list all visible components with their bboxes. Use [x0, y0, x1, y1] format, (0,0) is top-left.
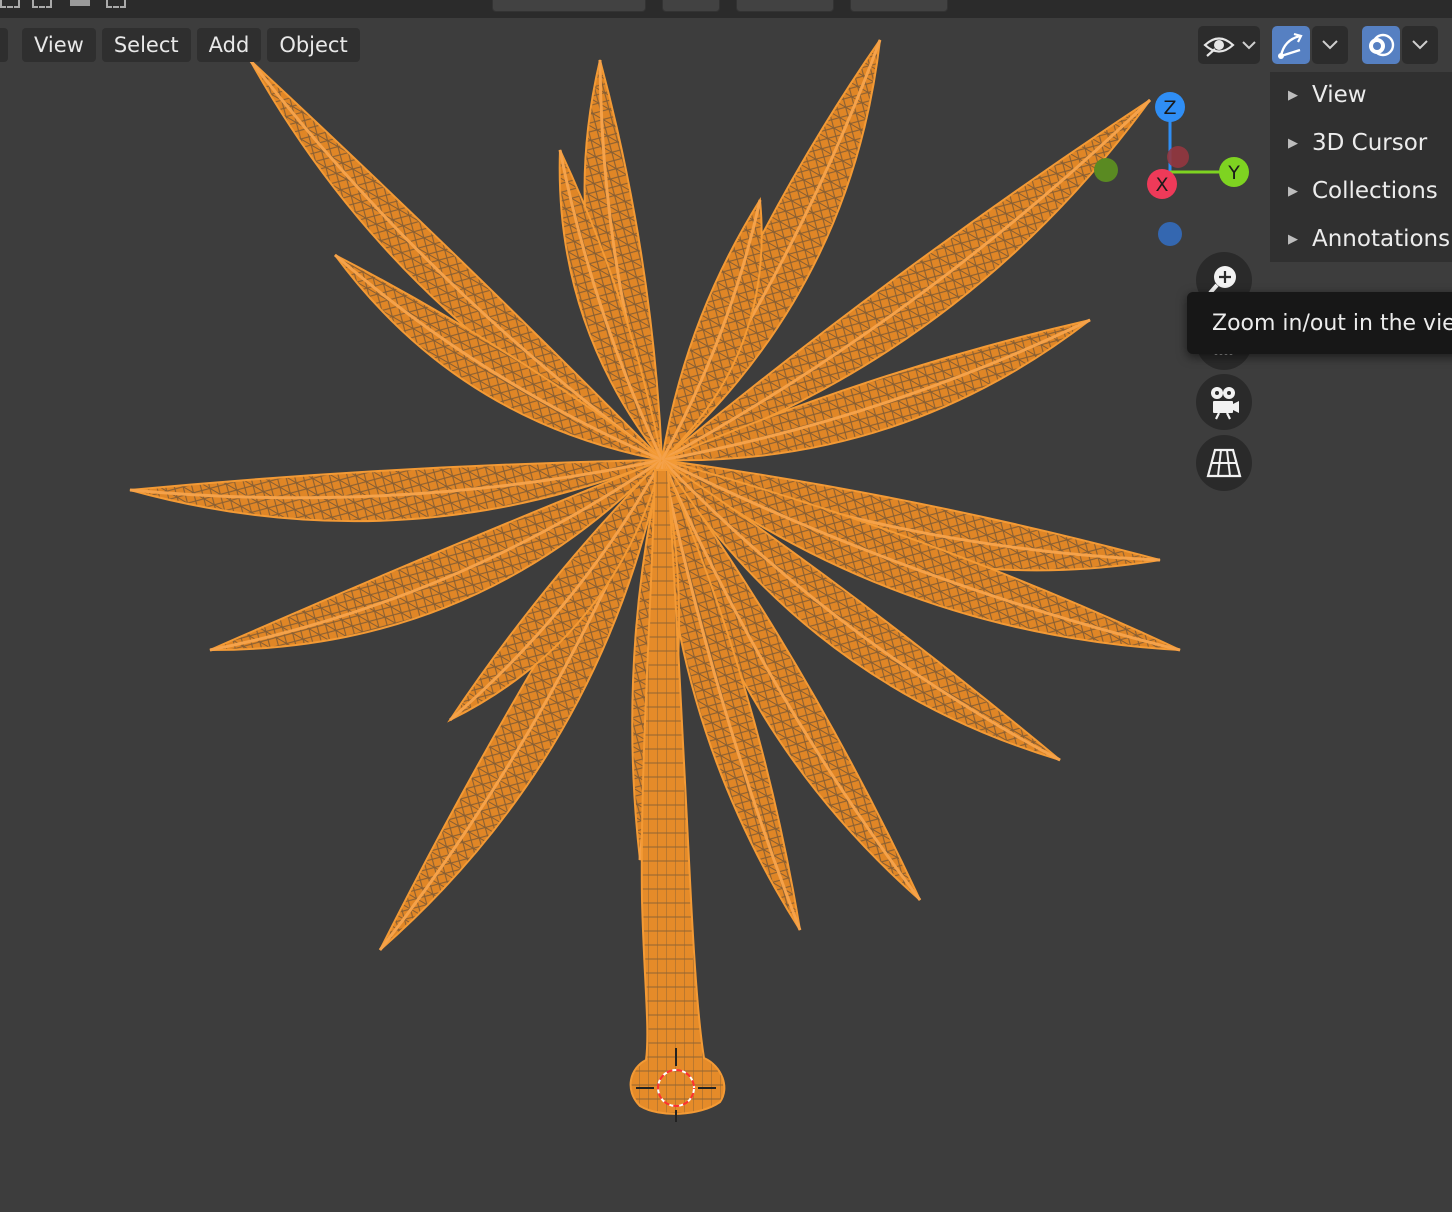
overlays-icon [1369, 33, 1395, 57]
sidebar-item-view[interactable]: ▶ View [1270, 75, 1452, 115]
menu-object[interactable]: Object [267, 28, 360, 62]
pivot-dropdown[interactable] [662, 0, 720, 12]
expand-triangle-icon: ▶ [1288, 231, 1298, 247]
expand-triangle-icon: ▶ [1288, 135, 1298, 151]
sidebar-item-annotations[interactable]: ▶ Annotations [1270, 219, 1452, 259]
gizmo-toggle-icon [1278, 32, 1303, 59]
menu-view[interactable]: View [22, 28, 96, 62]
select-box-icon[interactable] [32, 0, 52, 8]
snap-dropdown[interactable] [736, 0, 834, 12]
object-visibility-dropdown[interactable] [1198, 26, 1260, 64]
gizmo-dropdown[interactable] [1312, 26, 1348, 64]
expand-triangle-icon: ▶ [1288, 183, 1298, 199]
select-mode-icon[interactable] [70, 0, 90, 6]
perspective-grid-icon [1206, 448, 1242, 478]
camera-view-button[interactable] [1196, 374, 1252, 430]
menu-select[interactable]: Select [101, 28, 191, 62]
expand-triangle-icon: ▶ [1288, 87, 1298, 103]
overlays-dropdown[interactable] [1402, 26, 1438, 64]
neg-x-axis-ball[interactable] [1167, 146, 1189, 168]
x-axis-label: X [1155, 174, 1168, 196]
chevron-down-icon [1412, 40, 1428, 50]
overlays-toggle-button[interactable] [1362, 26, 1400, 64]
camera-view-icon [1211, 387, 1239, 420]
menu-add[interactable]: Add [196, 28, 262, 62]
chevron-down-icon [1322, 40, 1338, 50]
visibility-eye-icon [1203, 37, 1256, 57]
select-box-icon[interactable] [106, 0, 126, 8]
neg-y-axis-ball[interactable] [1094, 158, 1118, 182]
gizmo-toggle-button[interactable] [1272, 26, 1310, 64]
top-header-strip [0, 0, 1452, 18]
navigation-gizmo[interactable]: Z Y X [1080, 80, 1260, 260]
perspective-toggle-button[interactable] [1196, 435, 1252, 491]
viewport-sidebar: ▶ View ▶ 3D Cursor ▶ Collections ▶ Annotatio… [1270, 72, 1452, 262]
sidebar-item-3d-cursor[interactable]: ▶ 3D Cursor [1270, 123, 1452, 163]
viewport-menu-bar: View Select Add Object [22, 28, 360, 62]
proportional-edit-dropdown[interactable] [850, 0, 948, 12]
tooltip: Zoom in/out in the view [1187, 292, 1452, 354]
y-axis-label: Y [1227, 162, 1240, 184]
transform-orientation-dropdown[interactable] [492, 0, 646, 12]
editor-type-button[interactable] [0, 28, 8, 62]
select-box-icon[interactable] [0, 0, 20, 8]
z-axis-label: Z [1163, 97, 1176, 119]
neg-z-axis-ball[interactable] [1158, 222, 1182, 246]
sidebar-item-collections[interactable]: ▶ Collections [1270, 171, 1452, 211]
